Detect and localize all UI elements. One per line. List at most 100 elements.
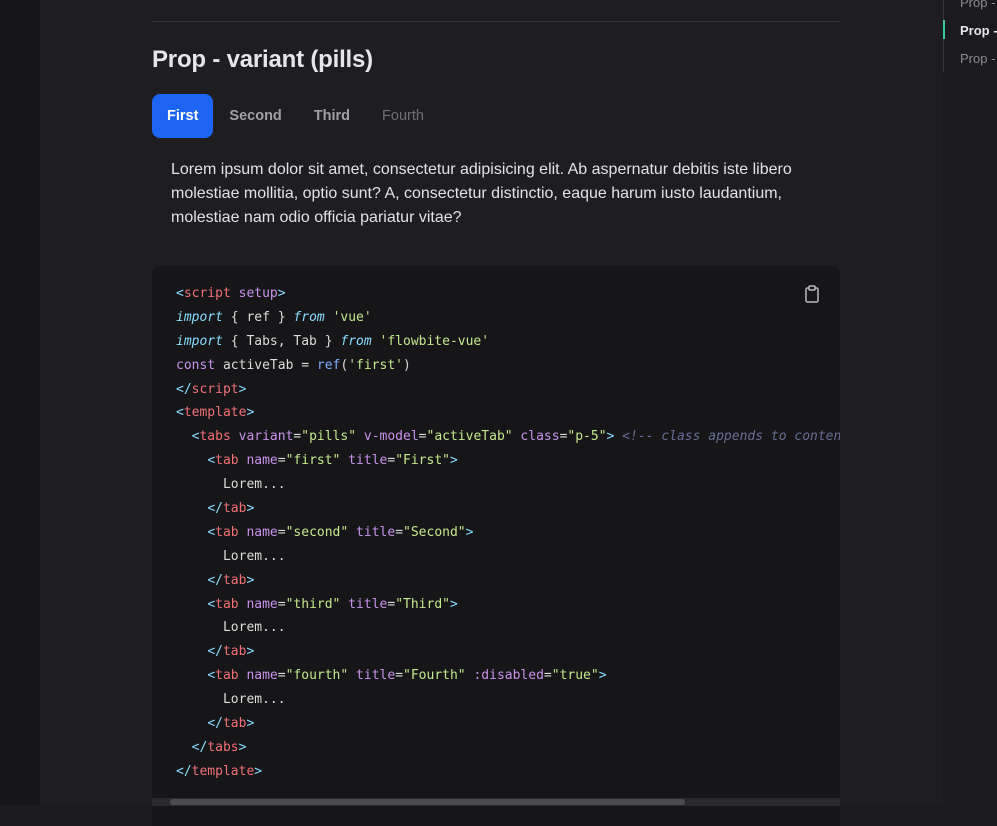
code-token: <	[207, 453, 216, 469]
code-token: >	[246, 644, 255, 660]
code-token: "Third"	[395, 596, 450, 612]
code-token: variant	[230, 429, 294, 445]
code-token: "activeTab"	[426, 429, 513, 445]
code-token: "first"	[285, 453, 341, 469]
code-line: Lorem...	[176, 688, 840, 712]
code-token: <	[176, 286, 184, 301]
pill-tabs: First Second Third Fourth	[152, 94, 440, 138]
code-line: <tab name="third" title="Third">	[176, 593, 840, 617]
copy-code-button[interactable]	[802, 284, 822, 304]
tab-panel-text: Lorem ipsum dolor sit amet, consectetur …	[171, 161, 792, 226]
code-token: name	[238, 596, 278, 612]
code-token: Lorem...	[176, 620, 286, 636]
code-token: title	[348, 668, 396, 684]
tab-label: First	[167, 108, 199, 124]
code-token: tabs	[199, 429, 231, 445]
code-token: setup	[230, 286, 278, 301]
code-line: Lorem...	[176, 473, 840, 497]
code-token: =	[277, 596, 286, 612]
code-line: </tab>	[176, 497, 840, 521]
tab-fourth-disabled: Fourth	[366, 94, 440, 138]
code-token: <	[176, 405, 184, 421]
code-token: "First"	[395, 453, 450, 469]
code-line: <tab name="second" title="Second">	[176, 521, 840, 545]
code-token: </	[207, 716, 223, 732]
tab-second[interactable]: Second	[213, 94, 297, 138]
toc-active-marker	[943, 20, 945, 39]
code-token: =	[543, 668, 552, 684]
code-token: <	[207, 596, 216, 612]
code-token: =	[418, 429, 427, 445]
code-token: template	[183, 405, 247, 421]
code-token: =	[277, 524, 286, 540]
code-token: title	[340, 596, 388, 612]
code-line: <template>	[176, 401, 840, 425]
tab-label: Second	[229, 108, 282, 124]
code-token: const	[176, 357, 216, 373]
code-token: </	[207, 572, 223, 588]
code-line: <tab name="fourth" title="Fourth" :disab…	[176, 664, 840, 688]
code-token: =	[387, 453, 396, 469]
code-token: activeTab =	[215, 357, 317, 373]
code-token: <	[207, 524, 216, 540]
code-token: tab	[222, 644, 247, 660]
code-token: >	[246, 572, 255, 588]
scrollbar-thumb[interactable]	[170, 799, 685, 805]
code-token: script	[183, 286, 231, 301]
code-line: </template>	[176, 760, 840, 784]
code-token: tab	[222, 501, 247, 517]
code-token: </	[176, 381, 192, 397]
code-token: class	[512, 429, 560, 445]
code-example[interactable]: <script setup> import { ref } from 'vue' i…	[152, 266, 840, 826]
code-token: </	[191, 739, 208, 755]
code-token: import	[176, 309, 223, 325]
code-token: >	[238, 381, 247, 397]
tab-label: Fourth	[382, 108, 424, 124]
code-token: >	[238, 739, 247, 755]
code-token: =	[395, 668, 404, 684]
left-sidebar	[0, 0, 40, 805]
code-token: "p-5"	[567, 429, 607, 445]
code-token: :disabled	[465, 668, 544, 684]
tab-third[interactable]: Third	[298, 94, 366, 138]
code-token: </	[207, 644, 223, 660]
toc-item-variant-pills[interactable]: Prop - variant (pills)	[960, 23, 997, 38]
code-line: </tabs>	[176, 736, 840, 760]
code-token: { Tabs, Tab }	[222, 333, 341, 349]
code-token: 'flowbite-vue'	[379, 333, 490, 349]
code-token: 'vue'	[332, 309, 372, 325]
code-line: Lorem...	[176, 545, 840, 569]
code-token: "second"	[285, 524, 349, 540]
code-line: Lorem...	[176, 616, 840, 640]
code-lines: <script setup> import { ref } from 'vue' i…	[176, 282, 840, 784]
code-token: "true"	[551, 668, 599, 684]
code-line: const activeTab = ref('first')	[176, 354, 840, 378]
code-token: "pills"	[301, 429, 357, 445]
code-token: tabs	[207, 739, 239, 755]
code-token: import	[176, 333, 223, 349]
code-token: >	[246, 405, 255, 421]
toc-item-variant-underline[interactable]: Prop - variant (underline)	[960, 0, 997, 10]
code-line: <tabs variant="pills" v-model="activeTab…	[176, 425, 840, 449]
tab-first[interactable]: First	[152, 94, 214, 138]
code-token: </	[176, 763, 192, 779]
code-token: </	[207, 501, 223, 517]
code-token: >	[254, 763, 263, 779]
code-token: <!-- class appends to content DIV	[622, 429, 840, 445]
tab-label: Third	[313, 108, 351, 124]
code-line: </script>	[176, 378, 840, 402]
code-token: =	[387, 596, 396, 612]
toc-item-directive[interactable]: Prop - directive	[960, 51, 997, 66]
code-token: Lorem...	[176, 692, 286, 708]
